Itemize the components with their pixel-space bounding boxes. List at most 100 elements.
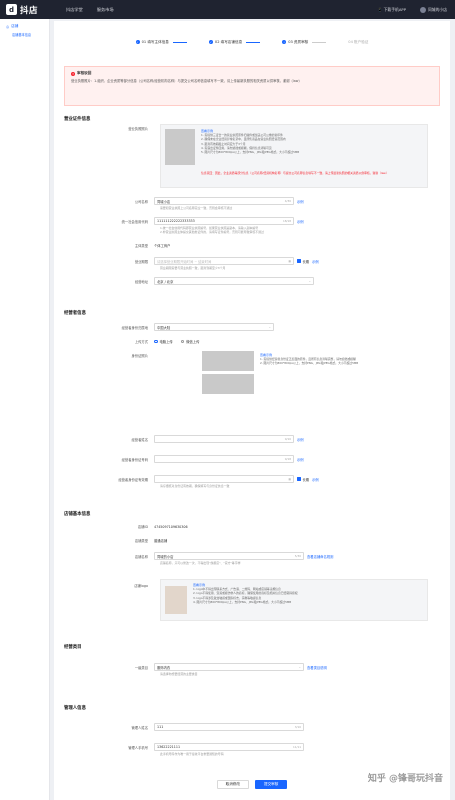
- field-label: 统一社会信用代码: [121, 219, 148, 224]
- example-link[interactable]: 示例: [312, 477, 319, 482]
- top-right-area: 📱 下载手机APP 同城的小店: [378, 6, 447, 13]
- radio-pc-upload[interactable]: 电脑上传: [154, 339, 173, 344]
- field-label: 营业执照照片: [128, 127, 148, 131]
- app-logo[interactable]: d 抖店: [6, 4, 38, 16]
- field-hint: 请选择你想要经营的主要类目: [160, 672, 198, 676]
- cancel-edit-button[interactable]: 取消修改: [216, 779, 249, 789]
- section-title-license: 营业证件信息: [64, 117, 91, 122]
- tip-line: 4. 图片尺寸为800*800px以上，支持PNG、JPG和JPEG格式，大小不…: [193, 599, 292, 604]
- address-row: 经营地址 北京 / 北京 ⌄: [64, 277, 314, 285]
- radio-label: 电脑上传: [159, 340, 173, 344]
- store-icon: ◎: [6, 24, 10, 29]
- field-label: 公司名称: [134, 199, 148, 204]
- store-logo-thumbnail[interactable]: [165, 586, 187, 614]
- license-upload-area[interactable]: 查看示例 1. 需提供三证合一的营业执照原件扫描件或加盖公司公章的复印件 2. …: [160, 124, 428, 188]
- naming-rules-link[interactable]: 查看店铺命名规则: [307, 554, 333, 559]
- entity-type-row: 主体类型 个体工商户: [64, 243, 171, 248]
- select-value: 中国大陆: [157, 325, 171, 330]
- section-title-admin: 管理人信息: [64, 706, 86, 711]
- field-label: 上传方式: [134, 340, 148, 344]
- store-logo-row: 店铺logo: [64, 583, 154, 588]
- long-term-checkbox[interactable]: [297, 259, 301, 263]
- main-content: ✓ 01 填写主体信息 ✓ 02 填写店铺信息 • 03 资质审核 04 账户验证 !…: [54, 21, 450, 800]
- id-region-row: 经营者身份归属地 中国大陆 ⌄: [64, 323, 274, 331]
- user-menu[interactable]: 同城的小店: [420, 6, 447, 13]
- id-photo-tips: 查看示例 1. 需提供经营者身份证正反面的原件，且所有信息清晰完整，请勿遮挡或模…: [260, 353, 426, 366]
- field-label: 经营者姓名: [131, 437, 148, 442]
- category-select[interactable]: 服饰内衣 ⌄: [154, 663, 304, 671]
- admin-phone-input[interactable]: 13622221111 11/11: [154, 743, 304, 751]
- field-label: 身份证照片: [131, 354, 148, 358]
- id-region-select[interactable]: 中国大陆 ⌄: [154, 323, 274, 331]
- top-nav: 抖店学堂 服务市场: [66, 7, 114, 13]
- field-hint: 需要和营业执照上公司名称完全一致，否则会审核不通过: [160, 206, 233, 210]
- current-step-icon: •: [282, 40, 287, 44]
- top-bar: d 抖店 抖店学堂 服务市场 📱 下载手机APP 同城的小店: [0, 0, 455, 19]
- sidebar-item-store[interactable]: ◎ 店铺: [0, 19, 49, 31]
- step-3: • 03 资质审核: [282, 35, 327, 49]
- submit-review-button[interactable]: 提交审核: [255, 779, 288, 789]
- license-photo-thumbnail[interactable]: [165, 129, 195, 165]
- address-select[interactable]: 北京 / 北京 ⌄: [154, 277, 314, 285]
- rejection-alert: ! 审核驳回 营业执照照片：1.组织、企业资质等部分信息（公司名称/经营机构名称）…: [64, 66, 440, 106]
- radio-wechat-upload[interactable]: 微信上传: [180, 339, 199, 344]
- chevron-down-icon: ⌄: [308, 279, 311, 283]
- admin-name-input[interactable]: 111 3/10: [154, 723, 304, 731]
- input-value: 13622221111: [157, 745, 181, 749]
- char-counter: 11/11: [292, 745, 301, 749]
- download-app-link[interactable]: 📱 下载手机APP: [378, 7, 406, 13]
- step-label: 01 填写主体信息: [141, 39, 169, 44]
- error-icon: !: [71, 71, 75, 76]
- download-app-label: 下载手机APP: [383, 6, 407, 12]
- check-icon: ✓: [135, 40, 140, 44]
- field-hint: 营业期限需要与营业执照一致，距离到期至少3个月: [160, 266, 226, 270]
- operator-id-number-row: 经营者身份证号码 0/18 示例: [64, 455, 304, 463]
- alert-body: 营业执照照片：1.组织、企业资质等部分信息（公司名称/经营机构名称）与提交公司名…: [71, 79, 302, 83]
- id-validity-picker[interactable]: ▦: [154, 475, 294, 483]
- calendar-icon: ▦: [288, 259, 291, 263]
- business-period-picker[interactable]: 请选择营业期限开始时间 ~ 结束时间 ▦: [154, 257, 294, 265]
- tip-line: 5. 图片尺寸为800*800px以上，支持PNG、JPG和JPEG格式，大小不…: [201, 150, 300, 155]
- field-label: 经营者身份证有效期: [118, 477, 148, 482]
- id-photo-upload-area: 查看示例 1. 需提供经营者身份证正反面的原件，且所有信息清晰完整，请勿遮挡或模…: [202, 351, 428, 395]
- input-value: 同城的小店: [157, 554, 174, 559]
- example-link[interactable]: 示例: [297, 219, 304, 224]
- store-name-input[interactable]: 同城的小店 5/30: [154, 552, 304, 560]
- id-photo-row: 身份证照片: [64, 353, 154, 358]
- entity-type-value: 个体工商户: [154, 244, 171, 248]
- nav-academy[interactable]: 抖店学堂: [66, 7, 83, 13]
- select-value: 服饰内衣: [157, 665, 171, 670]
- input-value: 同城小店: [157, 199, 171, 204]
- field-label: 经营者身份证号码: [121, 457, 148, 462]
- credit-code-input[interactable]: 111111222222333333 18/18: [154, 217, 294, 225]
- store-type-row: 店铺类型 普通店铺: [64, 538, 167, 543]
- company-name-input[interactable]: 同城小店 4/30: [154, 197, 294, 205]
- section-title-operator: 经营者信息: [64, 311, 86, 316]
- operator-name-input[interactable]: 0/10: [154, 435, 294, 443]
- field-label: 一级类目: [134, 665, 148, 670]
- category-info-link[interactable]: 查看类目说明: [307, 665, 327, 670]
- nav-service-market[interactable]: 服务市场: [97, 7, 114, 13]
- id-back-thumbnail[interactable]: [202, 374, 254, 394]
- sidebar-item-store-basic-info[interactable]: 店铺基本信息: [0, 31, 49, 37]
- admin-name-row: 管理人姓名 111 3/10: [64, 723, 304, 731]
- example-link[interactable]: 示例: [312, 259, 319, 264]
- store-id-row: 店铺ID 4745097109630306: [64, 524, 188, 530]
- id-front-thumbnail[interactable]: [202, 351, 254, 371]
- operator-id-number-input[interactable]: 0/18: [154, 455, 294, 463]
- example-link[interactable]: 示例: [297, 437, 304, 442]
- long-term-checkbox[interactable]: [297, 477, 301, 481]
- char-counter: 5/30: [294, 554, 301, 558]
- example-link[interactable]: 示例: [297, 199, 304, 204]
- field-label: 店铺ID: [137, 525, 148, 529]
- admin-phone-row: 管理人手机号 13622221111 11/11: [64, 743, 304, 751]
- radio-unchecked-icon: [180, 339, 185, 344]
- field-hint: 请仔细核对身份证有效期，确保填写与身份证信息一致: [160, 484, 230, 488]
- example-link[interactable]: 示例: [297, 457, 304, 462]
- id-validity-row: 经营者身份证有效期 ▦ 长期 示例: [64, 475, 319, 483]
- step-label: 04 账户验证: [348, 39, 369, 44]
- store-logo-upload-area: 查看示例 1. logo中不得出现联系方式、广告语、二维码、网站或店铺等违规信息…: [160, 579, 428, 621]
- check-icon: ✓: [208, 40, 213, 44]
- douyin-store-logo-icon: d: [6, 4, 17, 15]
- business-period-row: 营业期限 请选择营业期限开始时间 ~ 结束时间 ▦ 长期 示例: [64, 257, 319, 265]
